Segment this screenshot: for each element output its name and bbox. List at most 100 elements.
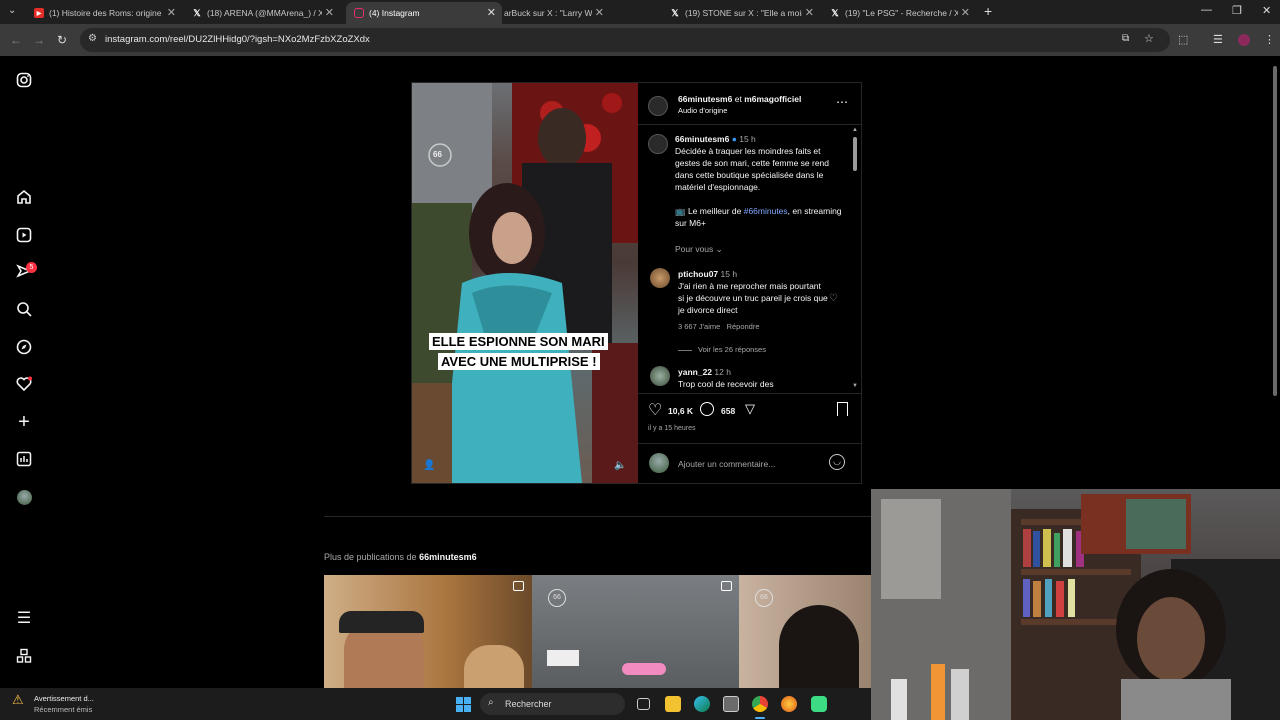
also-from-meta-icon[interactable] xyxy=(14,646,34,666)
search-icon[interactable] xyxy=(14,299,34,319)
tab-title: arBuck sur X : "Larry Wh xyxy=(504,8,598,18)
watermark-66-icon: 66 xyxy=(755,589,773,607)
forward-icon[interactable]: → xyxy=(33,33,45,47)
grid-thumbnail[interactable]: 66 xyxy=(532,575,739,690)
browser-toolbar: ← → ↻ ⚙ instagram.com/reel/DU2ZlHHidg0/?… xyxy=(0,24,1280,56)
comment-count[interactable]: 658 xyxy=(721,405,735,417)
page-scroll-thumb[interactable] xyxy=(1273,66,1277,396)
like-count[interactable]: 10,6 K xyxy=(668,405,693,417)
close-icon[interactable]: ✕ xyxy=(957,6,970,19)
page-scrollbar[interactable] xyxy=(1272,60,1278,400)
comment-author-line: yann_22 12 h xyxy=(678,366,731,378)
see-more-link[interactable]: Pour vous ⌄ xyxy=(675,243,723,255)
tab-4[interactable]: 𝕏 (19) STONE sur X : "Elle a moins ✕ xyxy=(664,2,820,24)
tab-title: (1) Histoire des Roms: origine e xyxy=(49,8,169,18)
comment-like-icon[interactable]: ♡ xyxy=(829,293,838,304)
close-icon[interactable]: ✕ xyxy=(487,6,496,19)
comment-author[interactable]: yann_22 xyxy=(678,367,712,377)
close-icon[interactable]: ✕ xyxy=(801,6,814,19)
authors-join: et xyxy=(734,94,742,104)
chrome-icon[interactable] xyxy=(752,696,768,712)
install-app-icon[interactable]: ⧉ xyxy=(1122,33,1129,44)
sidebar-icon[interactable]: ☰ xyxy=(1213,33,1223,46)
comment-input[interactable]: Ajouter un commentaire... xyxy=(678,458,775,470)
notif-sub: Récemment émis xyxy=(34,705,93,714)
new-tab-button[interactable]: + xyxy=(984,3,992,19)
reel-video[interactable]: 66 ELLE ESPIONNE SON MARI AVEC UNE MULTI… xyxy=(412,83,638,483)
close-icon[interactable]: ✕ xyxy=(163,6,176,19)
extensions-icon[interactable]: ⬚ xyxy=(1178,33,1188,46)
composer-divider xyxy=(638,443,862,444)
grid-thumbnail[interactable] xyxy=(324,575,532,690)
minimize-icon[interactable]: — xyxy=(1201,4,1212,16)
reply-link[interactable]: Répondre xyxy=(727,322,760,331)
caption-text: Décidée à traquer les moindres faits et … xyxy=(675,146,830,192)
reels-icon[interactable] xyxy=(14,225,34,245)
dashboard-icon[interactable] xyxy=(14,449,34,469)
scroll-down-icon[interactable]: ▼ xyxy=(852,383,858,389)
warning-notification[interactable]: ⚠ Avertissement d... Récemment émis xyxy=(12,693,94,715)
reload-icon[interactable]: ↻ xyxy=(57,33,67,47)
restore-icon[interactable]: ❐ xyxy=(1232,4,1242,17)
coauthor-link[interactable]: m6magofficiel xyxy=(744,94,801,104)
tab-search-icon[interactable]: ⌄ xyxy=(8,5,16,16)
commenter-avatar[interactable] xyxy=(650,268,670,288)
app-icon[interactable] xyxy=(811,696,827,712)
profile-avatar-icon[interactable] xyxy=(1238,34,1250,46)
address-bar[interactable]: ⚙ instagram.com/reel/DU2ZlHHidg0/?igsh=N… xyxy=(80,28,1170,52)
tab-0[interactable]: ▶ (1) Histoire des Roms: origine e ✕ xyxy=(28,2,182,24)
close-icon[interactable]: ✕ xyxy=(591,6,604,19)
url-text[interactable]: instagram.com/reel/DU2ZlHHidg0/?igsh=NXo… xyxy=(105,34,370,45)
file-explorer-icon[interactable] xyxy=(665,696,681,712)
back-icon[interactable]: ← xyxy=(10,33,22,47)
firefox-icon[interactable] xyxy=(781,696,797,712)
audio-label[interactable]: Audio d'origine xyxy=(678,105,727,117)
share-icon[interactable]: ▽ xyxy=(745,401,755,417)
comment-author[interactable]: ptichou07 xyxy=(678,269,718,279)
tagged-user-icon[interactable]: 👤 xyxy=(423,460,435,471)
home-icon[interactable] xyxy=(14,187,34,207)
hashtag-link[interactable]: #66minutes xyxy=(744,206,788,216)
commenter-avatar[interactable] xyxy=(650,366,670,386)
windows-taskbar: ⚠ Avertissement d... Récemment émis ⌕ Re… xyxy=(0,688,871,720)
store-icon[interactable] xyxy=(723,696,739,712)
tab-5[interactable]: 𝕏 (19) "Le PSG" - Recherche / X ✕ xyxy=(824,2,976,24)
more-title-account[interactable]: 66minutesm6 xyxy=(419,552,477,562)
notifications-heart-icon[interactable] xyxy=(14,374,34,394)
save-bookmark-icon[interactable] xyxy=(837,402,848,416)
instagram-logo-icon[interactable] xyxy=(14,70,34,90)
scroll-up-icon[interactable]: ▲ xyxy=(852,127,858,133)
task-view-icon[interactable] xyxy=(637,698,650,710)
caption-author[interactable]: 66minutesm6 xyxy=(675,134,729,144)
mute-icon[interactable]: 🔈 xyxy=(614,460,626,471)
author-link[interactable]: 66minutesm6 xyxy=(678,94,732,104)
caption-author-avatar[interactable] xyxy=(648,134,668,154)
comment-text: J'ai rien à me reprocher mais pourtant s… xyxy=(678,281,828,315)
comments-scrollbar[interactable]: ▲ ▼ xyxy=(852,127,858,391)
close-window-icon[interactable]: ✕ xyxy=(1262,4,1271,17)
explore-icon[interactable] xyxy=(14,337,34,357)
comment-likes[interactable]: 3 667 J'aime xyxy=(678,322,720,331)
view-replies-link[interactable]: Voir les 26 réponses xyxy=(678,344,766,356)
tab-2[interactable]: (4) Instagram ✕ xyxy=(346,2,502,24)
site-info-icon[interactable]: ⚙ xyxy=(88,33,97,44)
more-menu-icon[interactable]: ☰ xyxy=(14,608,34,628)
emoji-icon[interactable]: ◡ xyxy=(829,454,845,470)
tab-3[interactable]: arBuck sur X : "Larry Wh ✕ xyxy=(504,2,610,24)
bookmark-star-icon[interactable]: ☆ xyxy=(1144,32,1154,45)
comment-icon[interactable] xyxy=(700,402,714,416)
grid-thumbnail[interactable]: 66 xyxy=(739,575,871,690)
taskbar-search[interactable]: ⌕ Rechercher xyxy=(480,693,625,715)
create-plus-icon[interactable]: + xyxy=(14,411,34,433)
tab-1[interactable]: 𝕏 (18) ARENA (@MMArena_) / X ✕ xyxy=(186,2,340,24)
more-options-icon[interactable]: ⋯ xyxy=(836,95,848,109)
close-icon[interactable]: ✕ xyxy=(321,6,334,19)
posted-time: il y a 15 heures xyxy=(648,425,696,432)
profile-avatar[interactable] xyxy=(14,487,34,507)
like-icon[interactable]: ♡ xyxy=(648,400,662,420)
edge-icon[interactable] xyxy=(694,696,710,712)
menu-kebab-icon[interactable]: ⋮ xyxy=(1264,33,1275,46)
windows-start-icon[interactable] xyxy=(456,697,471,712)
scroll-thumb[interactable] xyxy=(853,137,857,171)
author-avatar[interactable] xyxy=(648,96,668,116)
